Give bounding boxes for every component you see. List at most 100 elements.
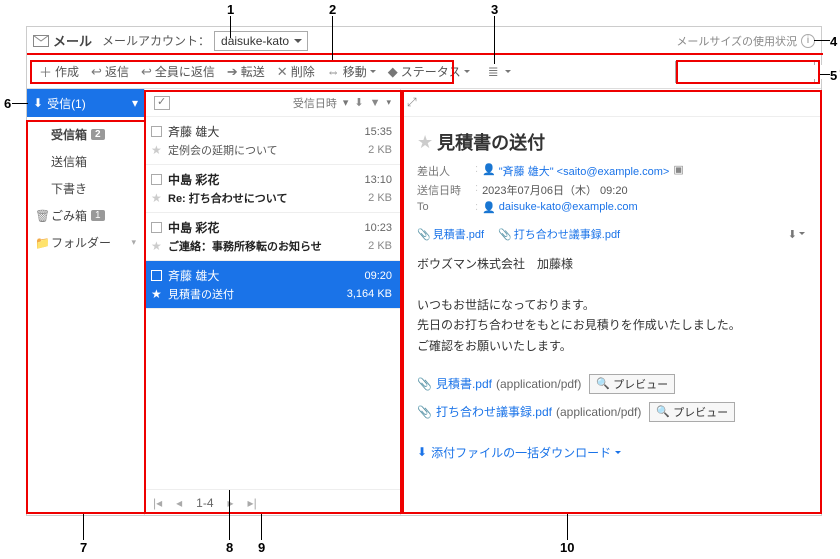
reply-icon: ↩ [91, 64, 102, 80]
status-button[interactable]: ◆ステータス [382, 59, 476, 84]
pager-last[interactable]: ▸| [248, 496, 257, 510]
download-icon: ⬇ [33, 96, 43, 110]
message-subject: 見積書の送付 [168, 286, 347, 302]
callout-2: 2 [329, 2, 336, 17]
preview-button[interactable]: 🔍プレビュー [649, 402, 735, 422]
select-all-checkbox[interactable] [154, 96, 170, 110]
message-subject: 見積書の送付 [437, 129, 545, 155]
paperclip-icon: 📎 [417, 377, 432, 391]
to-value[interactable]: daisuke-kato@example.com [499, 201, 638, 214]
paperclip-icon: 📎 [498, 229, 512, 241]
filter-icon[interactable]: ▼ [370, 97, 381, 109]
person-icon: 👤 [482, 201, 496, 214]
star-icon[interactable]: ★ [151, 143, 164, 157]
sidebar-folder[interactable]: 受信箱 2 [27, 121, 144, 148]
tag-icon: ◆ [388, 64, 398, 80]
contact-icon[interactable]: ▣ [673, 163, 683, 179]
from-label: 差出人 [417, 163, 471, 179]
to-label: To [417, 201, 471, 214]
search-input[interactable] [676, 65, 839, 79]
account-select[interactable]: daisuke-kato [214, 31, 308, 51]
search-box[interactable] [675, 61, 815, 83]
move-button[interactable]: ⇔移動 [321, 59, 382, 84]
sidebar-folder[interactable]: 🗑ごみ箱1 [27, 202, 144, 229]
inbox-header[interactable]: ⬇ 受信(1) ▾ [27, 89, 144, 117]
checkbox[interactable] [151, 174, 162, 185]
message-item[interactable]: 中島 彩花13:10★Re: 打ち合わせについて2 KB [145, 165, 400, 213]
message-from: 中島 彩花 [168, 219, 364, 236]
reply-button[interactable]: ↩返信 [85, 59, 135, 84]
callout-6: 6 [4, 96, 11, 111]
magnifier-icon: 🔍 [596, 377, 610, 390]
message-size: 2 KB [368, 144, 392, 156]
star-icon[interactable]: ★ [151, 191, 164, 205]
checkbox[interactable] [151, 222, 162, 233]
expand-icon[interactable]: ⤢ [407, 95, 417, 110]
sidebar-folder[interactable]: 下書き [27, 175, 144, 202]
message-size: 3,164 KB [347, 288, 392, 300]
folder-label: フォルダー [51, 234, 111, 251]
delete-icon: ✕ [277, 64, 288, 80]
bulk-download-link[interactable]: ⬇添付ファイルの一括ダウンロード [417, 444, 621, 461]
message-from: 斉藤 雄大 [168, 267, 364, 284]
callout-7: 7 [80, 540, 87, 555]
badge: 2 [91, 129, 105, 140]
list-icon: ≣ [488, 64, 499, 80]
forward-button[interactable]: ➔転送 [221, 59, 271, 84]
app-label: メール [33, 31, 92, 50]
folder-label: 受信箱 [51, 126, 87, 143]
preview-button[interactable]: 🔍プレビュー [589, 374, 675, 394]
extra-menu[interactable]: ≣ [482, 60, 517, 84]
star-icon[interactable]: ★ [151, 287, 164, 301]
message-item[interactable]: 斉藤 雄大15:35★定例会の延期について2 KB [145, 117, 400, 165]
callout-3: 3 [491, 2, 498, 17]
message-time: 15:35 [364, 126, 392, 138]
move-icon: ⇔ [327, 64, 340, 79]
star-icon[interactable]: ★ [417, 132, 433, 153]
message-item[interactable]: 斉藤 雄大09:20 ★ 見積書の送付3,164 KB [145, 261, 400, 309]
callout-9: 9 [258, 540, 265, 555]
attachment-link[interactable]: 見積書.pdf [436, 375, 492, 392]
download-icon[interactable]: ⬇ [788, 228, 805, 241]
sidebar-folder[interactable]: 送信箱 [27, 148, 144, 175]
forward-icon: ➔ [227, 64, 238, 80]
callout-10: 10 [560, 540, 574, 555]
reply-all-button[interactable]: ↩全員に返信 [135, 59, 221, 84]
folder-label: ごみ箱 [51, 207, 87, 224]
date-label: 送信日時 [417, 182, 471, 198]
usage-link[interactable]: メールサイズの使用状況 i [676, 33, 815, 49]
attachment-link[interactable]: 📎打ち合わせ議事録.pdf [498, 226, 620, 242]
sort-arrow-icon[interactable]: ⬇ [354, 96, 363, 109]
message-time: 13:10 [364, 174, 392, 186]
chevron-down-icon[interactable]: ▾ [386, 97, 391, 108]
chevron-down-icon[interactable]: ▾ [343, 96, 349, 109]
callout-8: 8 [226, 540, 233, 555]
sidebar-folder[interactable]: 📁フォルダー▾ [27, 229, 144, 256]
compose-button[interactable]: ＋作成 [33, 58, 85, 85]
checkbox[interactable] [151, 126, 162, 137]
message-time: 09:20 [364, 270, 392, 282]
attachment-link[interactable]: 打ち合わせ議事録.pdf [436, 403, 552, 420]
info-icon: i [801, 34, 815, 48]
message-from: 中島 彩花 [168, 171, 364, 188]
paperclip-icon: 📎 [417, 229, 431, 241]
star-icon[interactable]: ★ [151, 239, 164, 253]
chevron-down-icon[interactable]: ▾ [132, 96, 138, 110]
message-item[interactable]: 中島 彩花10:23★ご連絡：事務所移転のお知らせ2 KB [145, 213, 400, 261]
account-label: メールアカウント： [102, 32, 210, 49]
mail-icon [33, 35, 49, 47]
paperclip-icon: 📎 [417, 405, 432, 419]
plus-icon: ＋ [39, 62, 52, 81]
pager-prev[interactable]: ◂ [176, 496, 182, 510]
pager-first[interactable]: |◂ [153, 496, 162, 510]
attachment-mime: (application/pdf) [556, 405, 641, 419]
sort-label[interactable]: 受信日時 [293, 95, 337, 111]
delete-button[interactable]: ✕削除 [271, 59, 321, 84]
folder-icon: 🗑 [35, 209, 49, 223]
from-value[interactable]: "斉藤 雄大" <saito@example.com> [499, 163, 670, 179]
checkbox[interactable] [151, 270, 162, 281]
attachment-link[interactable]: 📎見積書.pdf [417, 226, 484, 242]
person-icon: 👤 [482, 163, 496, 179]
date-value: 2023年07月06日（木） 09:20 [482, 182, 628, 198]
pager: |◂ ◂ 1-4 ▸ ▸| [145, 489, 400, 515]
